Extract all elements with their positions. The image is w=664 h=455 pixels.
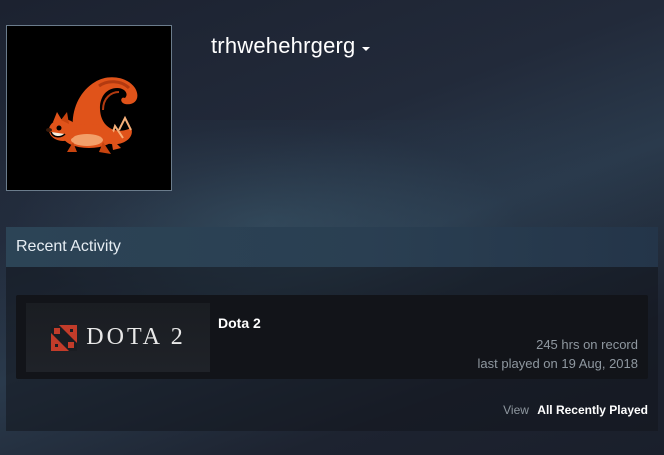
game-row[interactable]: DOTA 2 Dota 2 245 hrs on record last pla…: [16, 295, 648, 379]
view-label: View: [503, 403, 529, 417]
recent-activity-panel: Recent Activity DOTA 2 Dota 2 245 hrs on…: [6, 227, 658, 431]
recent-activity-title: Recent Activity: [16, 238, 121, 255]
username-dropdown[interactable]: trhwehehrgerg: [211, 33, 371, 59]
last-played: last played on 19 Aug, 2018: [477, 356, 638, 371]
username: trhwehehrgerg: [211, 33, 356, 58]
game-capsule[interactable]: DOTA 2: [26, 303, 210, 372]
dota-emblem-icon: [51, 324, 78, 351]
caret-down-icon: [362, 47, 371, 51]
avatar[interactable]: [6, 25, 172, 191]
game-name[interactable]: Dota 2: [218, 315, 261, 331]
recent-activity-header: Recent Activity: [6, 227, 658, 267]
dota-logo: DOTA 2: [50, 324, 185, 352]
game-stats: 245 hrs on record last played on 19 Aug,…: [478, 335, 638, 373]
all-recently-played-link[interactable]: All Recently Played: [537, 403, 648, 417]
hours-on-record: 245 hrs on record: [536, 337, 638, 352]
dota-logo-text: DOTA 2: [86, 324, 186, 350]
squirrel-avatar-icon: [7, 26, 171, 190]
recently-played-footer: View All Recently Played: [503, 403, 648, 417]
